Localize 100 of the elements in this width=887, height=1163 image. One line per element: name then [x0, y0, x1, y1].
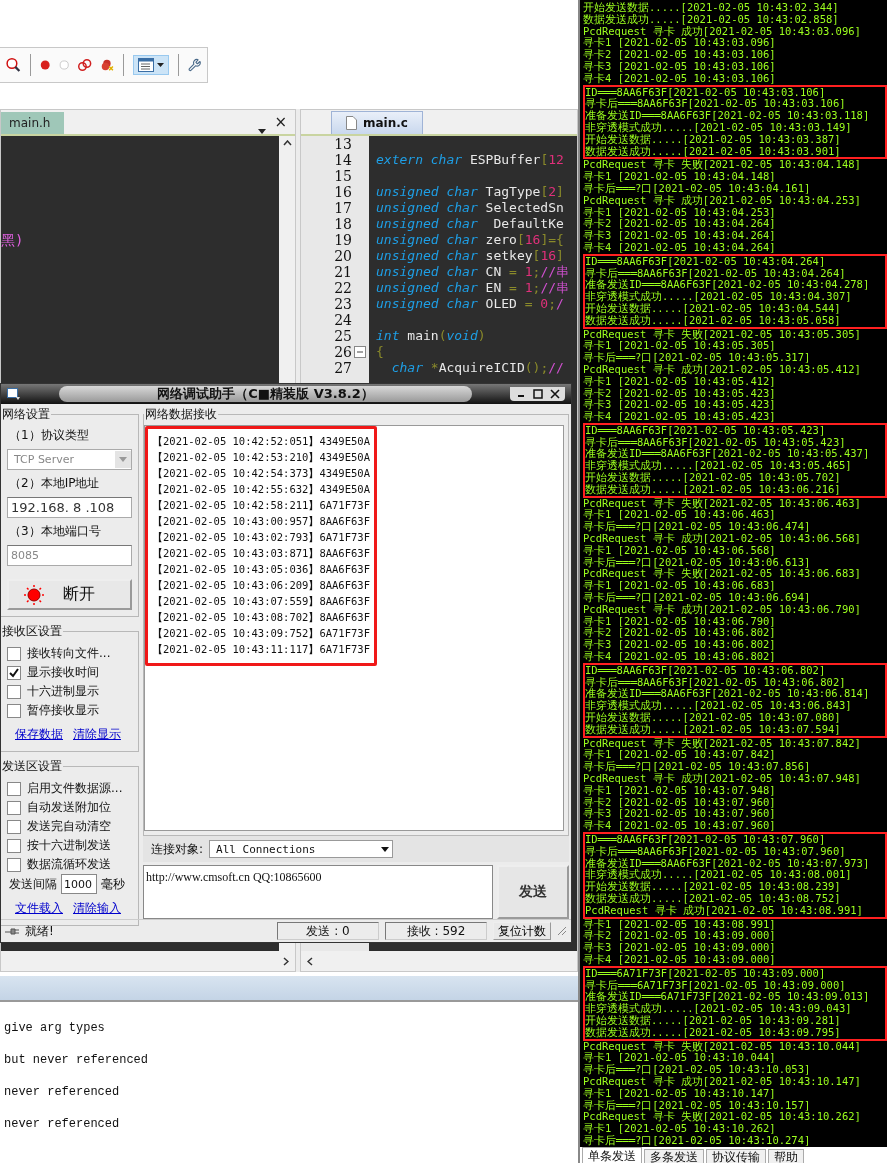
- log-line: PcdRequest 寻卡 成功[2021-02-05 10:43:06.790]: [583, 603, 861, 616]
- log-line: 寻卡后═══?口[2021-02-05 10:43:10.053]: [583, 1064, 812, 1076]
- caret-icon: [156, 63, 164, 67]
- log-line: 非穿透模式成功.....[2021-02-05 10:43:08.001]: [585, 869, 852, 881]
- scroll-left-icon[interactable]: [307, 956, 313, 966]
- maximize-button[interactable]: [530, 387, 545, 401]
- debug-magnifier-icon[interactable]: [6, 55, 21, 75]
- received-line: 【2021-02-05 10:43:03:871】8AA6F63F: [152, 546, 370, 561]
- group-title: 网络数据接收: [144, 406, 218, 423]
- log-line: 非穿透模式成功.....[2021-02-05 10:43:09.043]: [585, 1003, 853, 1015]
- checkbox[interactable]: [7, 838, 21, 853]
- received-line: 【2021-02-05 10:42:54:373】4349E50A: [152, 466, 370, 481]
- log-line: 寻卡4 [2021-02-05 10:43:04.264]: [583, 241, 777, 254]
- checkbox[interactable]: [7, 665, 21, 680]
- maximize-icon: [532, 389, 543, 399]
- log-line: PcdRequest 寻卡 成功[2021-02-05 10:43:07.948]: [583, 773, 861, 785]
- log-line: PcdRequest 寻卡 成功[2021-02-05 10:43:04.253]: [583, 194, 861, 207]
- log-line: 寻卡后═══?口[2021-02-05 10:43:10.157]: [583, 1099, 812, 1111]
- received-line: 【2021-02-05 10:42:53:210】4349E50A: [152, 450, 370, 465]
- log-line: 寻卡1 [2021-02-05 10:43:10.262]: [583, 1123, 777, 1135]
- received-line: 【2021-02-05 10:43:11:117】6A71F73F: [152, 642, 370, 657]
- fold-icon[interactable]: [354, 346, 366, 358]
- tab[interactable]: 协议传输: [706, 1148, 766, 1163]
- code-line: unsigned char CN = 1;//串: [376, 264, 570, 279]
- send-button[interactable]: 发送: [497, 865, 569, 919]
- link[interactable]: 保存数据: [15, 726, 63, 743]
- link[interactable]: 清除输入: [73, 900, 121, 917]
- checkbox[interactable]: [7, 800, 21, 815]
- checkbox[interactable]: [7, 646, 21, 661]
- code-line: unsigned char OLED = 0;/: [376, 296, 564, 311]
- status-text: 就绪!: [25, 922, 54, 940]
- link[interactable]: 文件载入: [15, 900, 63, 917]
- log-line: PcdRequest 寻卡 失败[2021-02-05 10:43:06.463]: [583, 497, 861, 510]
- log-line: 寻卡1 [2021-02-05 10:43:06.683]: [583, 580, 777, 592]
- log-line: 寻卡后═══?口[2021-02-05 10:43:07.856]: [583, 761, 812, 773]
- log-line: 寻卡2 [2021-02-05 10:43:04.264]: [583, 218, 777, 230]
- checkbox-label: 发送完自动清空: [27, 818, 111, 835]
- close-button[interactable]: ×: [274, 113, 287, 134]
- line-number: 19: [334, 232, 352, 248]
- link[interactable]: 清除显示: [73, 726, 121, 743]
- log-line: 寻卡2 [2021-02-05 10:43:05.423]: [583, 387, 777, 399]
- send-input[interactable]: http://www.cmsoft.cn QQ:10865600: [143, 865, 493, 919]
- field-label: 连接对象:: [151, 840, 204, 858]
- log-line: 寻卡3 [2021-02-05 10:43:09.000]: [583, 942, 776, 954]
- wrench-icon[interactable]: [187, 56, 202, 74]
- tab[interactable]: 多条发送: [644, 1148, 704, 1163]
- log-line: 数据发送成功.....[2021-02-05 10:43:03.901]: [585, 145, 842, 158]
- double-circle-icon[interactable]: [78, 57, 92, 73]
- close-button[interactable]: [547, 387, 562, 401]
- log-line: ID═══8AA6F63F[2021-02-05 10:43:03.106]: [585, 86, 827, 98]
- log-line: 数据发送成功.....[2021-02-05 10:43:07.594]: [585, 723, 842, 736]
- receive-area[interactable]: [144, 425, 564, 831]
- ip-field[interactable]: 192.168. 8 .108: [7, 497, 132, 518]
- line-number: 21: [334, 264, 352, 280]
- checkbox[interactable]: [7, 703, 21, 718]
- checkbox[interactable]: [7, 684, 21, 699]
- sent-counter: 发送 : 0: [277, 922, 379, 940]
- log-line: 寻卡后═══6A71F73F[2021-02-05 10:43:09.000]: [585, 979, 847, 992]
- log-line: PcdRequest 寻卡 失败[2021-02-05 10:43:05.305]: [583, 328, 861, 341]
- log-line: 开始发送数据.....[2021-02-05 10:43:08.239]: [585, 881, 842, 893]
- clear-breakpoints-icon[interactable]: [100, 57, 115, 73]
- scroll-right-icon[interactable]: [283, 956, 289, 966]
- connection-select[interactable]: All Connections: [209, 840, 394, 858]
- log-line: 寻卡1 [2021-02-05 10:43:10.147]: [583, 1087, 777, 1100]
- log-line: PcdRequest 寻卡 失败[2021-02-05 10:43:04.148]: [583, 159, 861, 172]
- window-list-icon: [137, 58, 154, 72]
- reset-count-button[interactable]: 复位计数: [493, 922, 551, 940]
- checkbox[interactable]: [7, 857, 21, 872]
- output-line: never referenced: [4, 1084, 121, 1101]
- log-line: 数据发送成功.....[2021-02-05 10:43:09.795]: [585, 1026, 842, 1039]
- log-line: PcdRequest 寻卡 失败[2021-02-05 10:43:10.044]: [583, 1040, 861, 1053]
- window-list-button[interactable]: [132, 55, 169, 75]
- disconnect-button[interactable]: 断开: [7, 579, 132, 610]
- tab[interactable]: 单条发送: [582, 1146, 642, 1163]
- group-title: 发送区设置: [1, 758, 63, 775]
- log-line: 寻卡后═══?口[2021-02-05 10:43:05.317]: [583, 352, 812, 364]
- log-line: 寻卡1 [2021-02-05 10:43:06.568]: [583, 544, 777, 557]
- log-line: 数据发送成功.....[2021-02-05 10:43:02.858]: [583, 13, 840, 25]
- field-label: 发送间隔: [9, 875, 57, 893]
- scroll-up-icon[interactable]: [282, 140, 292, 146]
- log-line: 准备发送ID═══6A71F73F[2021-02-05 10:43:09.013]: [585, 991, 871, 1003]
- caret-icon: [119, 457, 127, 462]
- tab[interactable]: 帮助: [768, 1148, 804, 1163]
- file-tab[interactable]: main.c: [331, 111, 423, 134]
- log-line: 寻卡2 [2021-02-05 10:43:03.106]: [583, 49, 777, 61]
- breakpoint-icon[interactable]: [39, 58, 50, 72]
- group-title: 接收区设置: [1, 623, 63, 640]
- field-label: （3）本地端口号: [8, 523, 102, 540]
- code-line: unsigned char SelectedSn: [376, 200, 564, 215]
- log-line: 开始发送数据.....[2021-02-05 10:43:05.702]: [585, 472, 842, 484]
- line-number: 22: [334, 280, 352, 296]
- checkbox[interactable]: [7, 819, 21, 834]
- checkbox[interactable]: [7, 781, 21, 796]
- log-line: 寻卡3 [2021-02-05 10:43:06.802]: [583, 639, 777, 651]
- log-line: 寻卡3 [2021-02-05 10:43:07.960]: [583, 808, 777, 820]
- interval-field[interactable]: 1000: [61, 874, 97, 894]
- line-number: 16: [334, 184, 352, 200]
- code-line: extern char ESPBuffer[12: [376, 152, 564, 167]
- log-line: 准备发送ID═══8AA6F63F[2021-02-05 10:43:03.118]: [585, 110, 871, 122]
- file-tab[interactable]: main.h: [1, 112, 65, 134]
